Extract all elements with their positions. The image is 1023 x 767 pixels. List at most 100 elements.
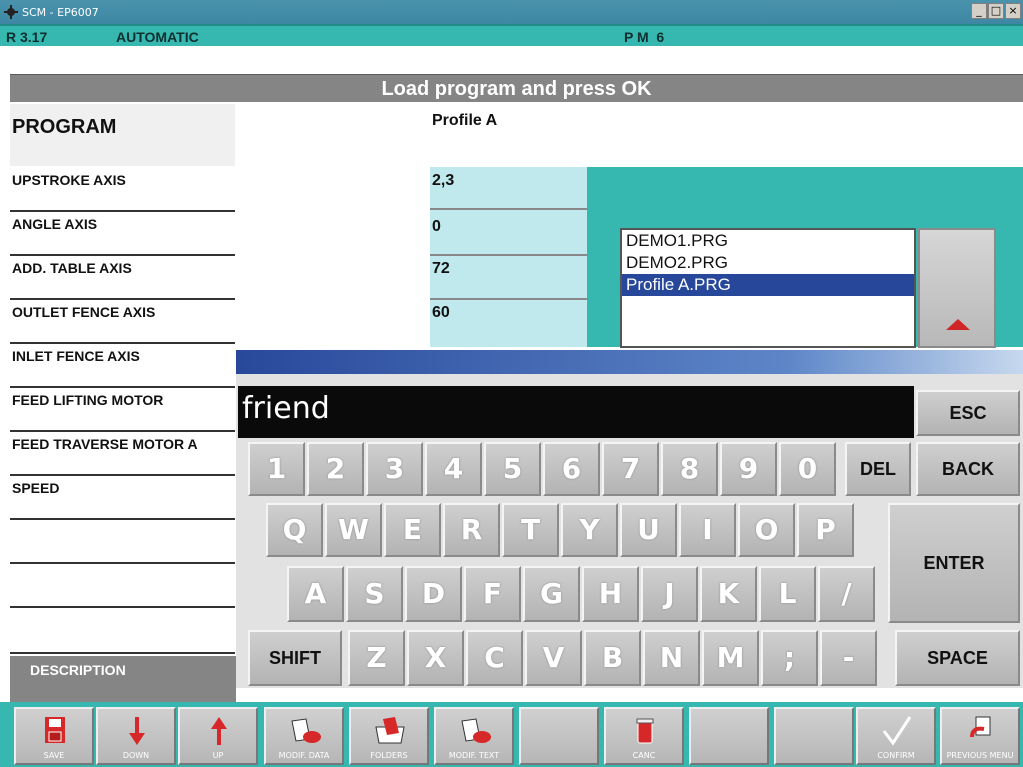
back-key[interactable]: BACK — [916, 442, 1020, 496]
key-m[interactable]: M — [702, 630, 759, 686]
minimize-button[interactable]: _ — [971, 3, 987, 19]
key-j[interactable]: J — [641, 566, 698, 622]
key-z[interactable]: Z — [348, 630, 405, 686]
prompt-bar: Load program and press OK — [10, 74, 1023, 102]
key-5[interactable]: 5 — [484, 442, 541, 496]
key-v[interactable]: V — [525, 630, 582, 686]
toolbar-label: FOLDERS — [370, 751, 408, 760]
key-l[interactable]: L — [759, 566, 816, 622]
key-2[interactable]: 2 — [307, 442, 364, 496]
status-bar: R 3.17 AUTOMATIC P M 6 — [0, 24, 1023, 46]
shift-key[interactable]: SHIFT — [248, 630, 342, 686]
key-q[interactable]: Q — [266, 503, 323, 557]
key-o[interactable]: O — [738, 503, 795, 557]
key-i[interactable]: I — [679, 503, 736, 557]
toolbar-label: SAVE — [43, 751, 65, 760]
key-e[interactable]: E — [384, 503, 441, 557]
pm-label: P M 6 — [624, 29, 665, 45]
key-6[interactable]: 6 — [543, 442, 600, 496]
save-button[interactable]: SAVE — [14, 707, 94, 765]
field-label-speed: SPEED — [10, 476, 235, 520]
file-item[interactable]: DEMO1.PRG — [622, 230, 914, 252]
program-value[interactable]: Profile A — [432, 112, 497, 130]
trash-icon — [628, 715, 662, 747]
toolbar-empty-button[interactable] — [774, 707, 854, 765]
canc-button[interactable]: CANC — [604, 707, 684, 765]
space-key[interactable]: SPACE — [895, 630, 1020, 686]
modify-data-icon — [288, 715, 322, 747]
modify-text-icon — [458, 715, 492, 747]
key-0[interactable]: 0 — [779, 442, 836, 496]
key-3[interactable]: 3 — [366, 442, 423, 496]
key-7[interactable]: 7 — [602, 442, 659, 496]
window-title: SCM - EP6007 — [22, 5, 99, 19]
del-key[interactable]: DEL — [845, 442, 911, 496]
key-t[interactable]: T — [502, 503, 559, 557]
mode-label: AUTOMATIC — [116, 29, 199, 45]
toolbar-label: UP — [212, 751, 224, 760]
key-g[interactable]: G — [523, 566, 580, 622]
toolbar-label: PREVIOUS MENU — [946, 751, 1014, 760]
key-semicolon[interactable]: ; — [761, 630, 818, 686]
modif-data-button[interactable]: MODIF. DATA — [264, 707, 344, 765]
description-label: DESCRIPTION — [10, 656, 236, 702]
key-h[interactable]: H — [582, 566, 639, 622]
previous-menu-button[interactable]: PREVIOUS MENU — [940, 707, 1020, 765]
key-a[interactable]: A — [287, 566, 344, 622]
field-label-empty — [10, 520, 235, 564]
key-1[interactable]: 1 — [248, 442, 305, 496]
field-label-upstroke: UPSTROKE AXIS — [10, 168, 235, 212]
key-8[interactable]: 8 — [661, 442, 718, 496]
close-button[interactable]: × — [1005, 3, 1021, 19]
toolbar-label: MODIF. TEXT — [448, 751, 500, 760]
esc-key[interactable]: ESC — [916, 390, 1020, 436]
key-4[interactable]: 4 — [425, 442, 482, 496]
key-9[interactable]: 9 — [720, 442, 777, 496]
key-w[interactable]: W — [325, 503, 382, 557]
arrow-down-icon — [120, 715, 154, 747]
maximize-button[interactable]: □ — [988, 3, 1004, 19]
field-label-angle: ANGLE AXIS — [10, 212, 235, 256]
file-item-selected[interactable]: Profile A.PRG — [622, 274, 914, 296]
toolbar-empty-button[interactable] — [689, 707, 769, 765]
version-label: R 3.17 — [6, 29, 48, 45]
key-c[interactable]: C — [466, 630, 523, 686]
app-gear-icon — [4, 5, 18, 19]
key-p[interactable]: P — [797, 503, 854, 557]
key-f[interactable]: F — [464, 566, 521, 622]
field-value-outlet-fence[interactable]: 60 — [432, 304, 450, 322]
field-value-add-table[interactable]: 72 — [432, 260, 450, 278]
key-r[interactable]: R — [443, 503, 500, 557]
down-button[interactable]: DOWN — [96, 707, 176, 765]
folders-button[interactable]: FOLDERS — [349, 707, 429, 765]
key-u[interactable]: U — [620, 503, 677, 557]
key-d[interactable]: D — [405, 566, 462, 622]
key-minus[interactable]: - — [820, 630, 877, 686]
key-x[interactable]: X — [407, 630, 464, 686]
checkmark-icon — [880, 715, 914, 747]
window-titlebar: SCM - EP6007 _ □ × — [0, 0, 1023, 24]
folder-icon — [373, 715, 407, 747]
field-value-upstroke[interactable]: 2,3 — [432, 172, 454, 190]
confirm-button[interactable]: CONFIRM — [856, 707, 936, 765]
modif-text-button[interactable]: MODIF. TEXT — [434, 707, 514, 765]
divider — [430, 298, 587, 300]
key-y[interactable]: Y — [561, 503, 618, 557]
previous-menu-icon — [964, 715, 998, 747]
key-slash[interactable]: / — [818, 566, 875, 622]
file-item[interactable]: DEMO2.PRG — [622, 252, 914, 274]
enter-key[interactable]: ENTER — [888, 503, 1020, 623]
key-b[interactable]: B — [584, 630, 641, 686]
scroll-up-button[interactable] — [918, 228, 996, 348]
toolbar-empty-button[interactable] — [519, 707, 599, 765]
keyboard-input-display[interactable]: friend — [238, 386, 914, 438]
program-file-list[interactable]: DEMO1.PRG DEMO2.PRG Profile A.PRG — [620, 228, 916, 348]
key-n[interactable]: N — [643, 630, 700, 686]
field-label-feed-lifting: FEED LIFTING MOTOR — [10, 388, 235, 432]
program-label: PROGRAM — [10, 104, 235, 166]
key-k[interactable]: K — [700, 566, 757, 622]
field-value-angle[interactable]: 0 — [432, 218, 441, 236]
key-s[interactable]: S — [346, 566, 403, 622]
up-button[interactable]: UP — [178, 707, 258, 765]
field-label-inlet-fence: INLET FENCE AXIS — [10, 344, 235, 388]
